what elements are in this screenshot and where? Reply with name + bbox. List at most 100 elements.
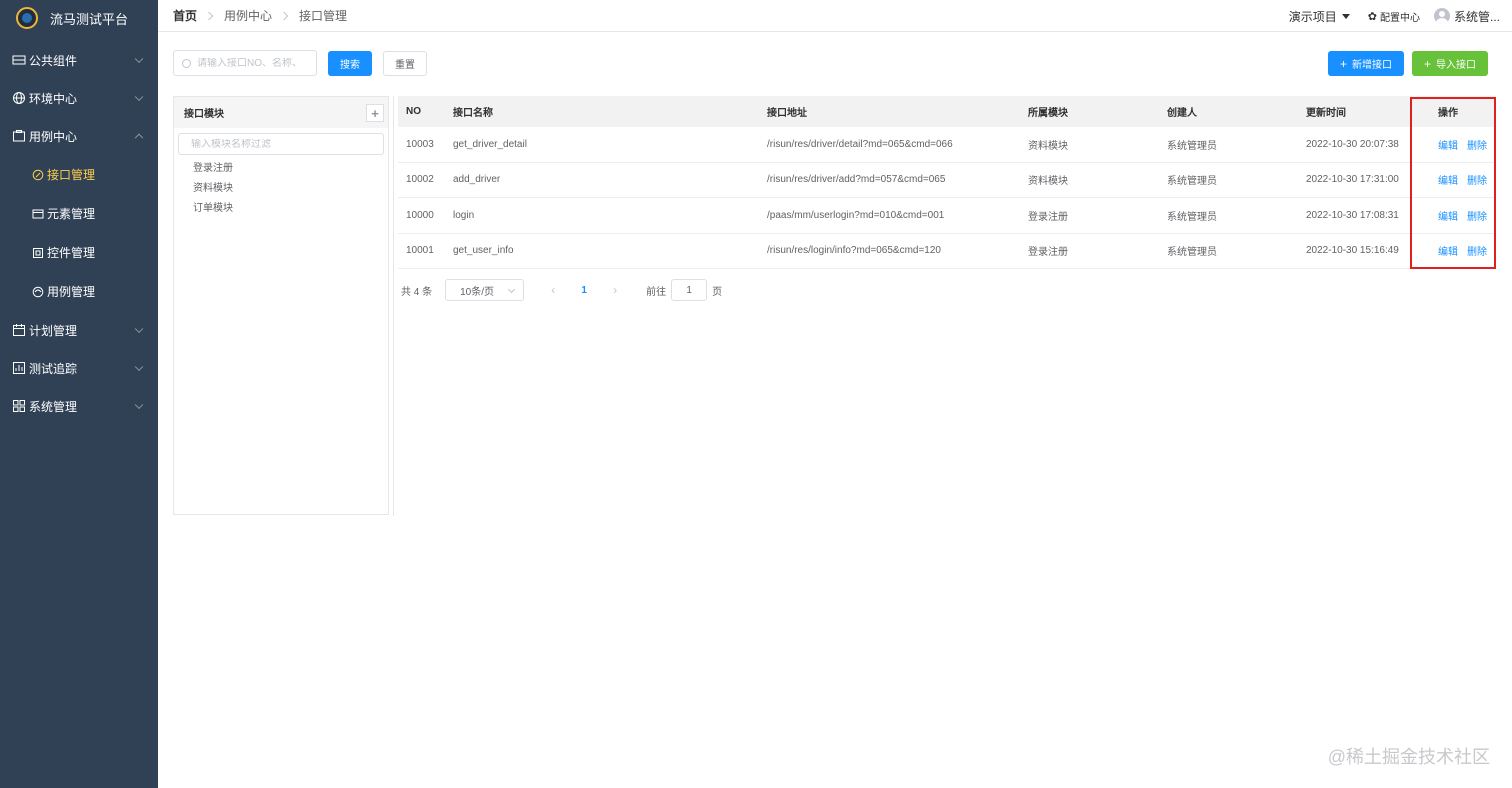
cell-no: 10001	[406, 245, 434, 257]
user-menu[interactable]: 系统管...	[1433, 8, 1500, 25]
column-header-no: NO	[406, 106, 421, 117]
chevron-down-icon	[134, 362, 144, 372]
app-title: 流马测试平台	[50, 11, 129, 27]
chevron-right-icon	[204, 11, 214, 20]
chevron-right-icon	[279, 11, 289, 20]
table-header: NO 接口名称 接口地址 所属模块 创建人 更新时间 操作	[398, 96, 1495, 127]
import-api-label: 导入接口	[1436, 60, 1476, 71]
cell-url: /paas/mm/userlogin?md=010&cmd=001	[767, 209, 945, 221]
cell-module: 资料模块	[1028, 140, 1068, 152]
module-tree-header: 接口模块 +	[174, 97, 388, 128]
sidebar-item-test-tracking[interactable]: 测试追踪	[0, 349, 158, 387]
cell-creator: 系统管理员	[1167, 211, 1217, 223]
module-filter-wrapper[interactable]	[178, 133, 384, 155]
chevron-down-icon	[134, 92, 144, 102]
sidebar-item-api-management[interactable]: 接口管理	[0, 155, 158, 194]
table-row: 10000 login /paas/mm/userlogin?md=010&cm…	[398, 198, 1495, 234]
module-tree-panel: 接口模块 + 登录注册 资料模块 订单模块	[173, 96, 389, 515]
sidebar-item-label: 元素管理	[47, 207, 96, 221]
chevron-up-icon	[134, 133, 144, 143]
tree-node[interactable]: 订单模块	[174, 199, 388, 219]
cell-name: get_driver_detail	[453, 138, 527, 150]
component-icon	[12, 53, 26, 67]
caret-down-icon	[1341, 13, 1350, 19]
breadcrumb-api-management: 接口管理	[299, 9, 348, 23]
tree-node[interactable]: 资料模块	[174, 179, 388, 199]
sidebar-item-case-center[interactable]: 用例中心	[0, 117, 158, 155]
search-button[interactable]: 搜索	[328, 51, 372, 76]
cell-module: 登录注册	[1028, 211, 1068, 223]
watermark: @稀土掘金技术社区	[1327, 747, 1490, 767]
column-header-time: 更新时间	[1306, 108, 1346, 119]
sidebar-item-label: 用例管理	[47, 285, 96, 299]
next-page-button[interactable]: ›	[600, 283, 630, 297]
cell-module: 资料模块	[1028, 176, 1068, 188]
sidebar-item-case-management[interactable]: 用例管理	[0, 272, 158, 311]
table-row: 10002 add_driver /risun/res/driver/add?m…	[398, 163, 1495, 198]
breadcrumb-case-center[interactable]: 用例中心	[224, 7, 272, 24]
search-input[interactable]	[197, 57, 307, 69]
reset-button[interactable]: 重置	[383, 51, 427, 76]
plus-icon: +	[1423, 56, 1431, 71]
api-table: NO 接口名称 接口地址 所属模块 创建人 更新时间 操作 10003 get_…	[398, 96, 1495, 269]
pagination-total: 共 4 条	[401, 286, 433, 298]
column-header-module: 所属模块	[1028, 108, 1068, 119]
table-row: 10003 get_driver_detail /risun/res/drive…	[398, 127, 1495, 163]
api-icon	[32, 169, 44, 181]
cell-url: /risun/res/driver/detail?md=065&cmd=066	[767, 138, 953, 150]
cell-url: /risun/res/driver/add?md=057&cmd=065	[767, 174, 946, 186]
case-icon	[12, 129, 26, 143]
import-api-button[interactable]: + 导入接口	[1412, 51, 1488, 76]
prev-page-button[interactable]: ‹	[538, 283, 568, 297]
plus-icon: +	[1339, 56, 1347, 71]
cell-time: 2022-10-30 20:07:38	[1306, 138, 1399, 150]
sidebar-item-label: 接口管理	[47, 168, 96, 182]
project-selector[interactable]: 演示项目	[1289, 8, 1350, 25]
add-module-button[interactable]: +	[366, 104, 384, 122]
gear-icon: ✿	[1367, 10, 1377, 23]
sidebar-item-plan-management[interactable]: 计划管理	[0, 311, 158, 349]
sidebar-item-environment[interactable]: 环境中心	[0, 79, 158, 117]
goto-page-input[interactable]: 1	[671, 279, 708, 301]
cell-creator: 系统管理员	[1167, 176, 1217, 188]
chevron-down-icon	[508, 285, 516, 294]
column-header-name: 接口名称	[453, 108, 493, 119]
sidebar-item-element-management[interactable]: 元素管理	[0, 194, 158, 233]
page-suffix: 页	[712, 286, 723, 298]
grid-icon	[12, 399, 26, 413]
module-filter-input[interactable]	[191, 138, 371, 150]
add-api-button[interactable]: + 新增接口	[1328, 51, 1404, 76]
search-input-wrapper[interactable]	[173, 50, 317, 76]
breadcrumb: 首页 用例中心 接口管理	[158, 7, 347, 24]
goto-label: 前往	[646, 286, 667, 298]
page-size-select[interactable]: 10条/页	[445, 279, 525, 301]
globe-icon	[12, 91, 26, 105]
brand[interactable]: 流马测试平台	[0, 0, 158, 36]
cell-time: 2022-10-30 17:08:31	[1306, 209, 1399, 221]
cell-creator: 系统管理员	[1167, 140, 1217, 152]
column-header-url: 接口地址	[767, 108, 807, 119]
calendar-icon	[12, 323, 26, 337]
tree-node[interactable]: 登录注册	[174, 159, 388, 179]
sidebar-item-label: 测试追踪	[29, 361, 78, 376]
page-number[interactable]: 1	[569, 285, 599, 296]
sidebar-item-public-components[interactable]: 公共组件	[0, 41, 158, 79]
breadcrumb-home[interactable]: 首页	[173, 7, 197, 24]
sidebar-item-system-management[interactable]: 系统管理	[0, 387, 158, 425]
plus-icon: +	[371, 105, 379, 121]
sidebar-item-control-management[interactable]: 控件管理	[0, 233, 158, 272]
tracking-icon	[12, 361, 26, 375]
project-name: 演示项目	[1288, 9, 1337, 24]
add-api-label: 新增接口	[1352, 60, 1392, 71]
sidebar-item-label: 系统管理	[29, 399, 78, 414]
panel-divider[interactable]	[393, 96, 394, 516]
cell-module: 登录注册	[1028, 247, 1068, 259]
element-icon	[32, 208, 44, 220]
config-center-link[interactable]: ✿ 配置中心	[1368, 9, 1420, 24]
cell-name: add_driver	[453, 174, 501, 186]
logo-icon	[16, 7, 38, 29]
cell-creator: 系统管理员	[1167, 247, 1217, 259]
actions-column-highlight	[1410, 97, 1496, 269]
table-row: 10001 get_user_info /risun/res/login/inf…	[398, 234, 1495, 269]
cell-name: login	[453, 209, 475, 221]
